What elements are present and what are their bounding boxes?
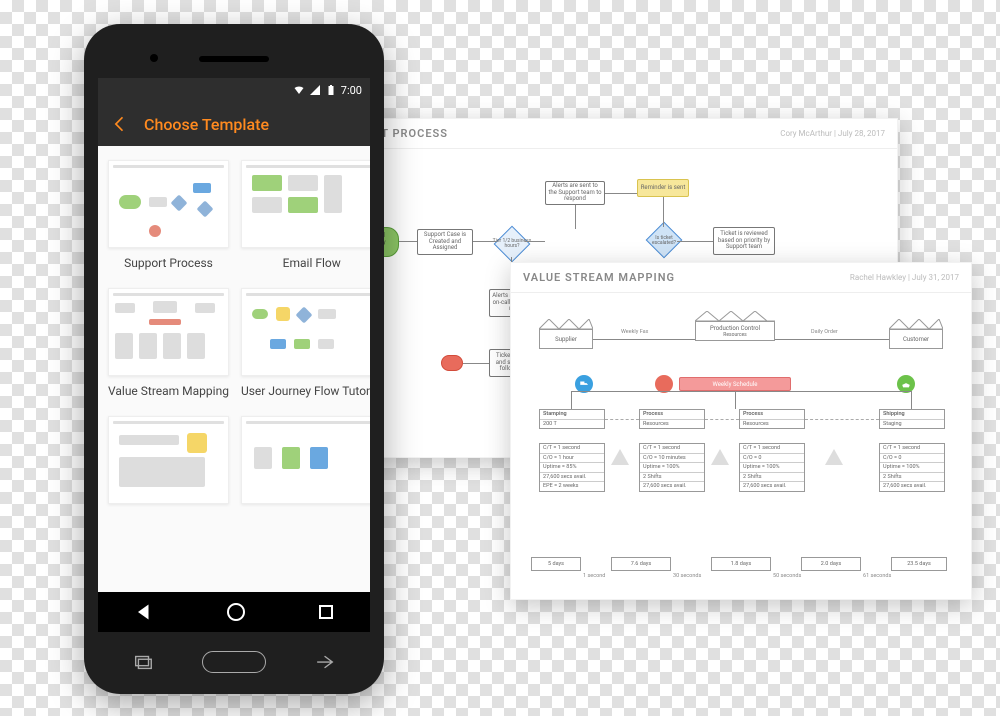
factory-label: Customer	[889, 329, 943, 349]
template-thumb	[108, 416, 229, 504]
template-label: Email Flow	[241, 256, 370, 270]
flow-node-highlight: Reminder is sent	[637, 179, 689, 197]
template-card-email-flow[interactable]: Email Flow	[241, 160, 370, 270]
template-card-support-process[interactable]: Support Process	[108, 160, 229, 270]
template-label: User Journey Flow Tutorial	[241, 384, 370, 398]
template-grid[interactable]: Support Process Email Flow	[98, 146, 370, 592]
factory-supplier: Supplier	[539, 319, 593, 349]
hardware-buttons	[84, 644, 384, 680]
flow-end-node	[441, 355, 463, 371]
hw-recents-icon	[132, 651, 154, 673]
template-card[interactable]	[108, 416, 229, 512]
flow-node: Alerts are sent to the Support team to r…	[545, 181, 605, 205]
template-card-vsm[interactable]: Value Stream Mapping	[108, 288, 229, 398]
nav-home-icon[interactable]	[227, 603, 245, 621]
flow-label: Weekly Fax	[621, 329, 648, 335]
station-metrics: C/T = 1 second C/O = 0 Uptime = 100% 2 S…	[879, 443, 945, 492]
android-statusbar: 7:00	[98, 78, 370, 102]
android-navbar	[98, 592, 370, 632]
station-metrics: C/T = 1 second C/O = 0 Uptime = 100% 2 S…	[739, 443, 805, 492]
nav-back-icon[interactable]	[135, 603, 153, 621]
doc-header: Support Process Cory McArthur | July 28,…	[321, 119, 897, 149]
template-thumb	[108, 288, 229, 376]
camera-dot	[150, 54, 158, 62]
diagram-area: Supplier Production Control Resources Cu…	[511, 293, 971, 599]
back-arrow-icon[interactable]	[110, 114, 130, 134]
appbar-title: Choose Template	[144, 115, 269, 134]
flow-decision	[494, 226, 531, 263]
doc-meta: Rachel Hawkley | July 31, 2017	[850, 273, 959, 282]
factory-label: Production Control Resources	[695, 321, 775, 341]
template-thumb	[241, 160, 370, 248]
nav-recents-icon[interactable]	[319, 605, 333, 619]
station-metrics: C/T = 1 second C/O = 1 hour Uptime = 85%…	[539, 443, 605, 492]
hw-home-button	[202, 651, 266, 673]
template-card[interactable]	[241, 416, 370, 512]
station-process-2: Process Resources	[739, 409, 805, 429]
template-label: Support Process	[108, 256, 229, 270]
inventory-icon	[825, 449, 843, 465]
doc-title: Value Stream Mapping	[523, 271, 675, 284]
hw-back-icon	[314, 651, 336, 673]
wifi-icon	[293, 84, 305, 96]
preview-card-vsm: Value Stream Mapping Rachel Hawkley | Ju…	[510, 262, 972, 600]
station-process-1: Process Resources	[639, 409, 705, 429]
template-thumb	[108, 160, 229, 248]
phone-mockup: 7:00 Choose Template Support Process	[84, 24, 384, 694]
station-shipping: Shipping Staging	[879, 409, 945, 429]
flow-node: Support Case is Created and Assigned	[417, 229, 473, 255]
flow-node: Ticket is reviewed based on priority by …	[713, 227, 775, 255]
factory-control: Production Control Resources	[695, 311, 775, 341]
battery-icon	[325, 84, 337, 96]
factory-customer: Customer	[889, 319, 943, 349]
doc-meta: Cory McArthur | July 28, 2017	[780, 129, 885, 138]
signal-icon	[309, 84, 321, 96]
lead-time-ladder: 5 days 7.6 days 1.8 days 2.0 days 23.5 d…	[531, 557, 951, 585]
appbar: Choose Template	[98, 102, 370, 146]
template-card-user-journey[interactable]: User Journey Flow Tutorial	[241, 288, 370, 398]
schedule-bar: Weekly Schedule	[679, 377, 791, 391]
factory-label: Supplier	[539, 329, 593, 349]
station-stamping: Stamping 200 T	[539, 409, 605, 429]
station-metrics: C/T = 1 second C/O = 10 minutes Uptime =…	[639, 443, 705, 492]
template-thumb	[241, 416, 370, 504]
flow-label: Daily Order	[811, 329, 838, 335]
template-thumb	[241, 288, 370, 376]
statusbar-time: 7:00	[341, 84, 362, 97]
phone-screen: 7:00 Choose Template Support Process	[98, 78, 370, 632]
inventory-icon	[611, 449, 629, 465]
template-label: Value Stream Mapping	[108, 384, 229, 398]
inventory-icon	[711, 449, 729, 465]
doc-header: Value Stream Mapping Rachel Hawkley | Ju…	[511, 263, 971, 293]
